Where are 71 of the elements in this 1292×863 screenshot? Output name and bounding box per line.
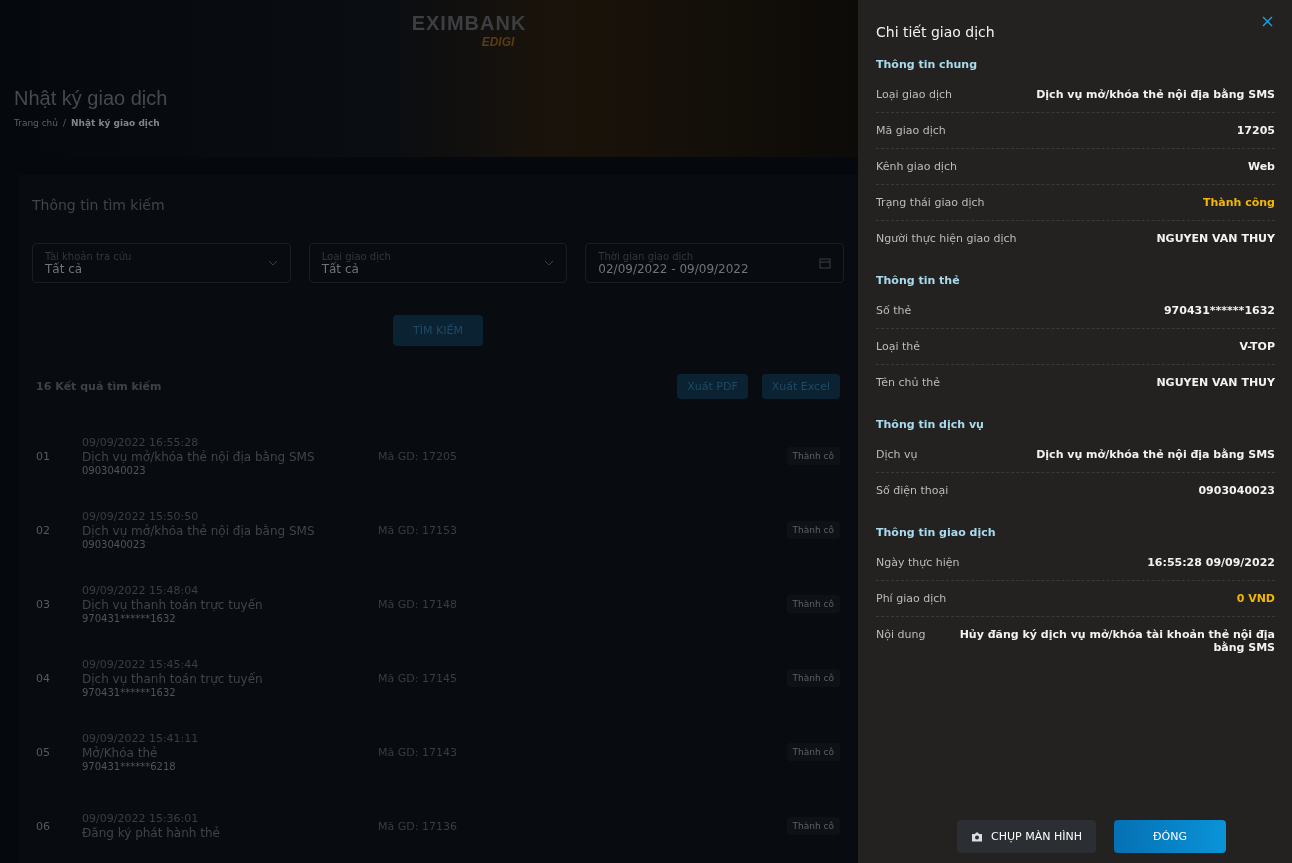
detail-label: Ngày thực hiện xyxy=(876,556,960,569)
breadcrumb-link[interactable]: Trang chủ xyxy=(14,118,59,128)
detail-value: 16:55:28 09/09/2022 xyxy=(1147,556,1275,569)
detail-value: Dịch vụ mở/khóa thẻ nội địa bằng SMS xyxy=(1036,448,1275,461)
camera-icon xyxy=(971,831,984,842)
detail-value: V-TOP xyxy=(1239,340,1275,353)
detail-label: Trạng thái giao dịch xyxy=(876,196,985,209)
transaction-title[interactable]: Mở/Khóa thẻ xyxy=(82,746,378,760)
detail-label: Số điện thoại xyxy=(876,484,949,497)
transaction-title[interactable]: Dịch vụ mở/khóa thẻ nội địa bằng SMS xyxy=(82,524,378,538)
screenshot-button[interactable]: CHỤP MÀN HÌNH xyxy=(957,820,1096,853)
row-index: 06 xyxy=(36,819,51,833)
section-heading: Thông tin giao dịch xyxy=(876,526,997,539)
detail-value: Dịch vụ mở/khóa thẻ nội địa bằng SMS xyxy=(1036,88,1275,101)
result-count: 16 Kết quả tìm kiếm xyxy=(36,380,163,393)
detail-value: 0 VND xyxy=(1236,592,1275,605)
row-index: 05 xyxy=(36,745,51,759)
detail-label: Tên chủ thẻ xyxy=(876,376,940,389)
close-button[interactable] xyxy=(1260,14,1275,29)
detail-value: 970431******1632 xyxy=(1163,304,1275,317)
detail-value: 0903040023 xyxy=(1198,484,1275,497)
detail-value: 17205 xyxy=(1236,124,1275,137)
calendar-icon xyxy=(819,257,831,269)
transaction-title[interactable]: Dịch vụ thanh toán trực tuyến xyxy=(82,598,378,612)
status-badge: Thành cô xyxy=(786,743,840,761)
transaction-title[interactable]: Dịch vụ thanh toán trực tuyến xyxy=(82,672,378,686)
detail-value: Web xyxy=(1247,160,1275,173)
status-badge: Thành cô xyxy=(786,447,840,465)
close-dialog-button[interactable]: ĐÓNG xyxy=(1113,820,1226,853)
detail-label: Phí giao dịch xyxy=(876,592,947,605)
logo-subtext: EDIGI xyxy=(481,35,515,49)
row-index: 02 xyxy=(36,523,51,537)
status-badge: Thành cô xyxy=(786,521,840,539)
detail-label: Loại giao dịch xyxy=(876,88,953,101)
section-heading: Thông tin thẻ xyxy=(876,274,961,287)
transaction-title[interactable]: Đăng ký phát hành thẻ xyxy=(82,826,378,840)
detail-value: Thành công xyxy=(1202,196,1275,209)
detail-value: Hủy đăng ký dịch vụ mở/khóa tài khoản thẻ nội địa bằng SMS xyxy=(958,628,1275,654)
transaction-account: 0903040023 xyxy=(82,539,147,550)
chevron-down-icon xyxy=(544,260,555,266)
detail-value: NGUYEN VAN THUY xyxy=(1156,376,1275,389)
field-value: 02/09/2022 - 09/09/2022 xyxy=(598,261,750,276)
detail-label: Mã giao dịch xyxy=(876,124,946,137)
detail-label: Loại thẻ xyxy=(876,340,920,353)
chevron-down-icon xyxy=(267,260,278,266)
drawer-title: Chi tiết giao dịch xyxy=(876,24,995,40)
detail-label: Nội dung xyxy=(876,628,926,641)
field-value: Tất cả xyxy=(45,261,84,276)
transaction-account: 970431******1632 xyxy=(82,687,177,698)
section-heading: Thông tin dịch vụ xyxy=(876,418,985,431)
section-title: Thông tin tìm kiếm xyxy=(32,197,166,213)
detail-label: Dịch vụ xyxy=(876,448,918,461)
status-badge: Thành cô xyxy=(786,595,840,613)
status-badge: Thành cô xyxy=(786,669,840,687)
transaction-title[interactable]: Dịch vụ mở/khóa thẻ nội địa bằng SMS xyxy=(82,450,378,464)
breadcrumb-link[interactable]: Nhật ký giao dịch xyxy=(71,118,160,128)
detail-label: Người thực hiện giao dịch xyxy=(876,232,1017,245)
row-index: 04 xyxy=(36,671,51,685)
row-index: 03 xyxy=(36,597,51,611)
detail-label: Kênh giao dịch xyxy=(876,160,957,173)
transaction-account: 970431******6218 xyxy=(82,761,177,772)
transaction-account: 970431******1632 xyxy=(82,613,177,624)
detail-label: Số thẻ xyxy=(876,304,912,317)
detail-value: NGUYEN VAN THUY xyxy=(1156,232,1275,245)
status-badge: Thành cô xyxy=(786,817,840,835)
transaction-account: 0903040023 xyxy=(82,465,147,476)
page-title: Nhật ký giao dịch xyxy=(14,87,169,110)
field-value: Tất cả xyxy=(321,261,359,276)
section-heading: Thông tin chung xyxy=(876,58,978,71)
row-index: 01 xyxy=(36,449,51,463)
breadcrumb-separator: / xyxy=(63,118,67,128)
